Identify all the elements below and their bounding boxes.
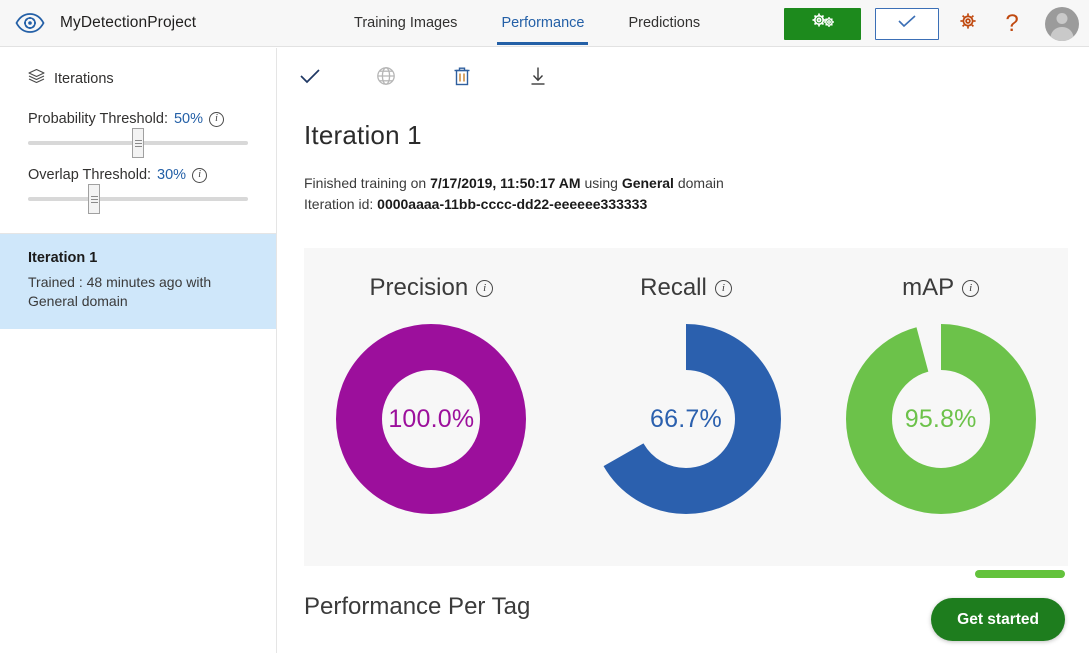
main-nav: Training Images Performance Predictions — [332, 0, 722, 47]
tab-training-images[interactable]: Training Images — [332, 0, 479, 47]
download-icon — [528, 65, 548, 92]
iteration-meta: Finished training on 7/17/2019, 11:50:17… — [278, 151, 1089, 215]
recall-donut-chart: 66.7% — [591, 324, 781, 514]
map-donut-chart: 95.8% — [845, 324, 1036, 514]
metric-recall-title: Recall i — [640, 274, 732, 302]
iteration-meta-line-2: Iteration id: 0000aaaa-11bb-cccc-dd22-ee… — [304, 194, 1089, 215]
overlap-threshold-thumb[interactable] — [88, 184, 100, 214]
train-button[interactable] — [784, 7, 861, 40]
iteration-subtitle: Trained : 48 minutes ago with General do… — [28, 274, 212, 309]
probability-threshold-value: 50% — [173, 111, 204, 127]
metric-map-title: mAP i — [902, 274, 980, 302]
info-icon[interactable]: i — [192, 167, 208, 183]
metric-recall: Recall i 66.7% — [559, 248, 814, 566]
probability-threshold-slider-row: Probability Threshold: 50% i — [28, 111, 248, 158]
publish-iteration-button[interactable] — [368, 62, 404, 94]
get-started-accent-bar — [975, 570, 1065, 578]
iteration-toolbar — [278, 48, 1089, 94]
delete-iteration-button[interactable] — [444, 62, 480, 94]
overlap-threshold-slider-row: Overlap Threshold: 30% i — [28, 167, 248, 214]
recall-value: 66.7% — [650, 404, 722, 433]
probability-threshold-track[interactable] — [28, 128, 248, 158]
metrics-panel: Precision i 100.0% Recall i 66.7% mAP i … — [304, 248, 1068, 566]
sidebar: Iterations Probability Threshold: 50% i … — [0, 48, 277, 653]
info-icon[interactable]: i — [714, 279, 732, 297]
meta-finished-prefix: Finished training on — [304, 175, 431, 191]
user-avatar-icon[interactable] — [1045, 6, 1079, 41]
overlap-threshold-label-text: Overlap Threshold: — [28, 167, 152, 183]
page-title: Iteration 1 — [304, 120, 422, 150]
info-icon[interactable]: i — [962, 279, 980, 297]
metric-precision-label: Precision — [369, 274, 469, 301]
gear-icon — [957, 10, 979, 37]
tab-performance[interactable]: Performance — [479, 0, 606, 47]
eye-gear-icon — [14, 7, 46, 39]
settings-button[interactable] — [953, 9, 983, 39]
meta-using: using — [580, 175, 622, 191]
precision-donut-chart: 100.0% — [336, 324, 527, 514]
checkmark-icon — [299, 68, 321, 89]
map-value: 95.8% — [904, 404, 977, 433]
trash-icon — [452, 65, 472, 92]
double-gear-icon — [808, 11, 838, 36]
tab-predictions[interactable]: Predictions — [606, 0, 722, 47]
main-content: Iteration 1 Finished training on 7/17/20… — [278, 48, 1089, 653]
metric-map: mAP i 95.8% — [813, 248, 1068, 566]
probability-threshold-label: Probability Threshold: 50% i — [28, 111, 248, 127]
brand: MyDetectionProject — [0, 7, 300, 39]
meta-iteration-id-value: 0000aaaa-11bb-cccc-dd22-eeeeee333333 — [377, 196, 648, 212]
metric-recall-label: Recall — [640, 274, 707, 301]
export-iteration-button[interactable] — [520, 62, 556, 94]
question-mark-icon: ? — [1005, 9, 1019, 37]
header-actions: ? — [784, 0, 1079, 47]
sidebar-section-header: Iterations — [0, 48, 276, 89]
checkmark-icon — [897, 13, 917, 34]
app-header: MyDetectionProject Training Images Perfo… — [0, 0, 1089, 47]
performance-per-tag-title: Performance Per Tag — [304, 593, 531, 620]
iteration-name: Iteration 1 — [28, 250, 98, 266]
sidebar-section-label: Iterations — [54, 70, 114, 87]
probability-threshold-label-text: Probability Threshold: — [28, 111, 168, 127]
threshold-sliders: Probability Threshold: 50% i Overlap Thr… — [0, 111, 276, 214]
meta-domain: General — [621, 175, 674, 191]
help-button[interactable]: ? — [997, 9, 1027, 39]
probability-threshold-thumb[interactable] — [132, 128, 144, 158]
iteration-meta-line-1: Finished training on 7/17/2019, 11:50:17… — [304, 173, 1089, 194]
info-icon[interactable]: i — [209, 111, 225, 127]
make-default-iteration-button[interactable] — [292, 62, 328, 94]
overlap-threshold-label: Overlap Threshold: 30% i — [28, 167, 248, 183]
meta-iteration-id-label: Iteration id: — [304, 196, 378, 212]
metric-precision: Precision i 100.0% — [304, 248, 559, 566]
globe-publish-icon — [375, 65, 397, 92]
metric-precision-title: Precision i — [369, 274, 494, 302]
metric-map-label: mAP — [902, 274, 955, 301]
precision-value: 100.0% — [388, 404, 475, 433]
project-title: MyDetectionProject — [60, 14, 197, 31]
sidebar-item-iteration-1[interactable]: Iteration 1 Trained : 48 minutes ago wit… — [0, 234, 276, 329]
quick-test-button[interactable] — [875, 7, 939, 40]
overlap-threshold-value: 30% — [157, 167, 187, 183]
layers-icon — [28, 68, 45, 89]
overlap-threshold-track[interactable] — [28, 184, 248, 214]
get-started-button[interactable]: Get started — [931, 598, 1065, 641]
info-icon[interactable]: i — [476, 279, 494, 297]
meta-domain-suffix: domain — [673, 175, 724, 191]
meta-finished-date: 7/17/2019, 11:50:17 AM — [430, 175, 581, 191]
